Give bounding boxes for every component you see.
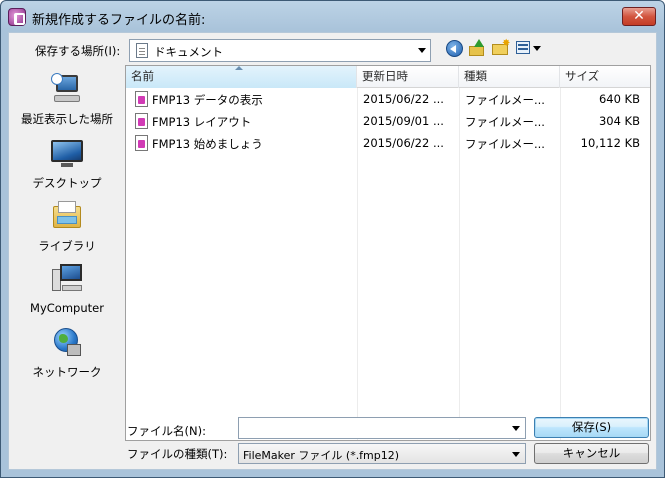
column-header-kind[interactable]: 種類: [459, 66, 560, 88]
filename-label: ファイル名(N):: [127, 424, 206, 438]
filemaker-file-icon: [135, 91, 148, 107]
place-label: デスクトップ: [32, 176, 102, 190]
recent-places-icon: [51, 73, 83, 105]
file-row[interactable]: FMP13 レイアウト 2015/09/01 ... ファイルメー... 304…: [126, 111, 650, 133]
filetype-value: FileMaker ファイル (*.fmp12): [243, 449, 400, 462]
filemaker-file-icon: [135, 135, 148, 151]
place-libraries[interactable]: ライブラリ: [9, 198, 125, 258]
back-icon[interactable]: [446, 40, 463, 57]
file-date: 2015/06/22 ...: [363, 92, 444, 106]
column-header-size[interactable]: サイズ: [560, 66, 650, 88]
chevron-down-icon[interactable]: [512, 426, 520, 431]
filetype-select[interactable]: FileMaker ファイル (*.fmp12): [238, 443, 526, 464]
place-network[interactable]: ネットワーク: [9, 324, 125, 384]
chevron-down-icon: [512, 452, 520, 457]
place-label: 最近表示した場所: [21, 112, 113, 126]
column-header-label: 名前: [131, 69, 154, 83]
file-name: FMP13 レイアウト: [152, 115, 252, 129]
file-kind: ファイルメー...: [465, 137, 545, 151]
save-location-dropdown[interactable]: ドキュメント: [129, 39, 431, 62]
views-menu-icon[interactable]: [516, 39, 544, 57]
file-size: 640 KB: [598, 92, 640, 106]
documents-icon: [136, 43, 148, 58]
file-list[interactable]: 名前 更新日時 種類 サイズ FMP13 データの表示 2015/06/22 .…: [125, 65, 651, 441]
save-button[interactable]: 保存(S): [534, 417, 649, 438]
sort-ascending-icon: [235, 66, 243, 70]
up-folder-icon[interactable]: [468, 39, 486, 57]
save-dialog: 新規作成するファイルの名前: ✕ 保存する場所(I): ドキュメント ✸ 最近表…: [0, 0, 665, 478]
file-name: FMP13 データの表示: [152, 93, 263, 107]
title-bar[interactable]: 新規作成するファイルの名前: ✕: [1, 1, 664, 32]
places-bar: 最近表示した場所 デスクトップ ライブラリ MyComputer ネットワーク: [9, 65, 125, 470]
column-header-date[interactable]: 更新日時: [357, 66, 459, 88]
filemaker-file-icon: [135, 113, 148, 129]
place-computer[interactable]: MyComputer: [9, 261, 125, 321]
network-icon: [51, 326, 83, 358]
file-row[interactable]: FMP13 始めましょう 2015/06/22 ... ファイルメー... 10…: [126, 133, 650, 155]
chevron-down-icon: [418, 48, 426, 53]
place-desktop[interactable]: デスクトップ: [9, 135, 125, 195]
file-kind: ファイルメー...: [465, 115, 545, 129]
file-date: 2015/06/22 ...: [363, 136, 444, 150]
computer-icon: [51, 263, 83, 295]
window-title: 新規作成するファイルの名前:: [32, 13, 206, 28]
libraries-icon: [51, 200, 83, 232]
close-button[interactable]: ✕: [622, 7, 656, 26]
file-kind: ファイルメー...: [465, 93, 545, 107]
new-folder-icon[interactable]: ✸: [492, 39, 510, 57]
cancel-button[interactable]: キャンセル: [534, 443, 649, 464]
place-label: MyComputer: [30, 301, 104, 315]
column-headers: 名前 更新日時 種類 サイズ: [126, 66, 650, 88]
place-label: ネットワーク: [32, 365, 102, 379]
file-date: 2015/09/01 ...: [363, 114, 444, 128]
desktop-icon: [51, 137, 83, 169]
save-in-label: 保存する場所(I):: [35, 44, 121, 58]
file-name: FMP13 始めましょう: [152, 137, 263, 151]
file-size: 10,112 KB: [580, 136, 640, 150]
filename-combobox[interactable]: [238, 417, 526, 439]
column-header-name[interactable]: 名前: [126, 66, 357, 88]
place-label: ライブラリ: [38, 239, 96, 253]
filemaker-app-icon: [8, 8, 26, 26]
filetype-label: ファイルの種類(T):: [127, 447, 228, 461]
file-row[interactable]: FMP13 データの表示 2015/06/22 ... ファイルメー... 64…: [126, 89, 650, 111]
save-location-value: ドキュメント: [154, 45, 223, 59]
file-size: 304 KB: [598, 114, 640, 128]
dialog-body: 保存する場所(I): ドキュメント ✸ 最近表示した場所 デスクトップ ライブラ: [8, 32, 657, 470]
place-recent[interactable]: 最近表示した場所: [9, 71, 125, 131]
